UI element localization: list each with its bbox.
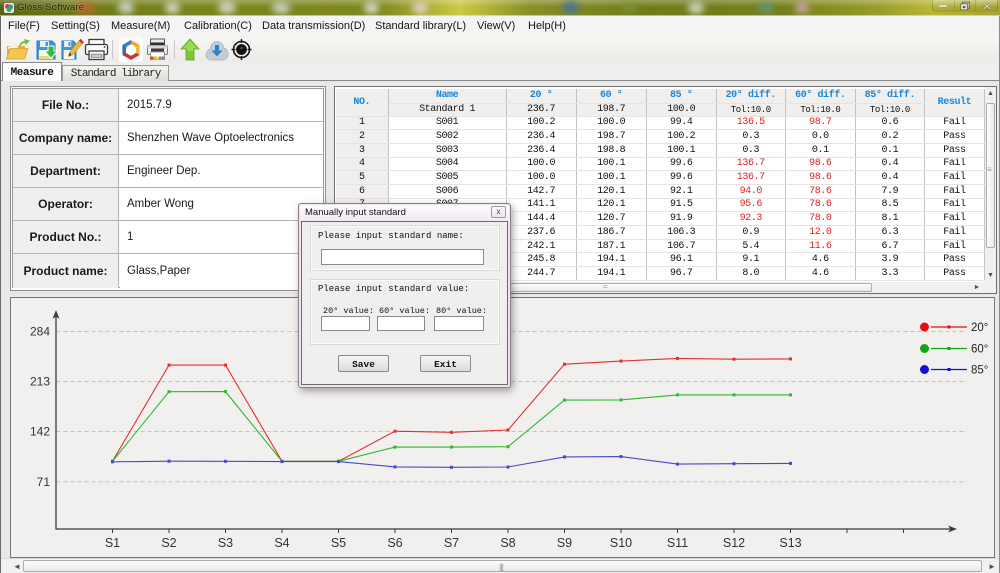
svg-text:142: 142 — [30, 425, 50, 439]
svg-text:S8: S8 — [500, 536, 515, 550]
svg-text:60°: 60° — [971, 344, 988, 356]
svg-text:20°: 20° — [971, 322, 988, 334]
svg-text:S6: S6 — [387, 536, 402, 550]
svg-text:S5: S5 — [331, 536, 346, 550]
svg-text:S7: S7 — [444, 536, 459, 550]
svg-text:284: 284 — [30, 325, 50, 339]
svg-text:S3: S3 — [218, 536, 233, 550]
svg-text:85°: 85° — [971, 365, 988, 377]
svg-text:213: 213 — [30, 375, 50, 389]
svg-text:S12: S12 — [723, 536, 745, 550]
svg-text:S4: S4 — [274, 536, 289, 550]
svg-text:S11: S11 — [667, 536, 688, 550]
svg-text:S9: S9 — [557, 536, 572, 550]
svg-text:S10: S10 — [610, 536, 632, 550]
svg-text:S1: S1 — [105, 536, 120, 550]
svg-text:71: 71 — [37, 475, 51, 489]
svg-text:S2: S2 — [161, 536, 176, 550]
svg-text:S13: S13 — [779, 536, 801, 550]
